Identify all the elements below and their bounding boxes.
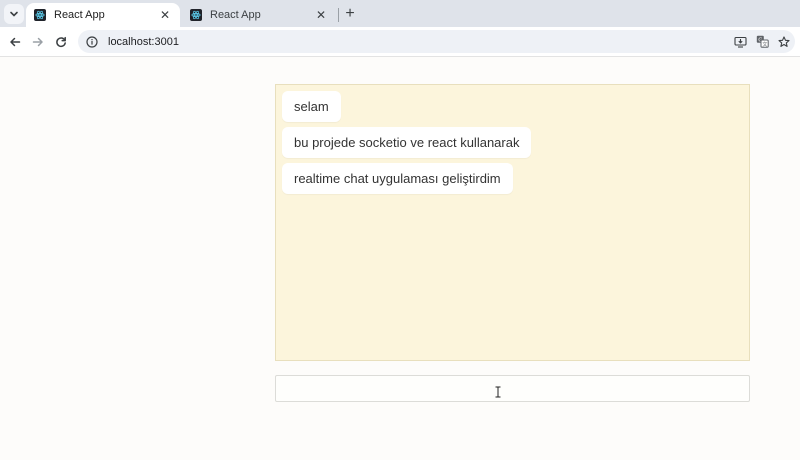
tab-title: React App	[210, 9, 261, 21]
forward-button[interactable]	[28, 32, 48, 52]
translate-button[interactable]: G文	[751, 32, 773, 52]
text-cursor-icon	[495, 386, 501, 398]
back-arrow-icon	[10, 37, 21, 47]
close-icon[interactable]: ✕	[314, 8, 328, 22]
tab-separator	[338, 8, 339, 22]
chat-message: realtime chat uygulaması geliştirdim	[282, 163, 513, 194]
bookmark-button[interactable]	[773, 32, 795, 52]
message-input[interactable]	[275, 375, 750, 402]
info-icon[interactable]	[86, 35, 98, 48]
forward-arrow-icon	[32, 37, 43, 47]
install-app-icon	[733, 36, 747, 48]
chat-messages-panel: selam bu projede socketio ve react kulla…	[275, 84, 750, 361]
react-favicon-icon	[34, 9, 46, 21]
chat-message: selam	[282, 91, 341, 122]
new-tab-button[interactable]: +	[340, 4, 360, 24]
reload-button[interactable]	[51, 32, 71, 52]
svg-text:文: 文	[762, 41, 767, 48]
install-app-button[interactable]	[729, 32, 751, 52]
back-button[interactable]	[5, 32, 25, 52]
translate-icon: G文	[756, 35, 769, 48]
chevron-down-icon	[10, 11, 18, 17]
plus-icon: +	[345, 5, 355, 22]
tab-title: React App	[54, 9, 105, 21]
tab-strip: React App ✕ React App ✕ +	[0, 0, 800, 27]
address-bar[interactable]: localhost:3001 G文	[78, 30, 795, 53]
browser-toolbar: localhost:3001 G文	[0, 27, 800, 57]
close-icon[interactable]: ✕	[158, 8, 172, 22]
url-text: localhost:3001	[108, 35, 179, 48]
chat-message: bu projede socketio ve react kullanarak	[282, 127, 532, 158]
reload-icon	[56, 36, 66, 48]
react-favicon-icon	[190, 9, 202, 21]
star-icon	[778, 35, 790, 47]
tab-react-app[interactable]: React App ✕	[182, 3, 336, 27]
tab-react-app-active[interactable]: React App ✕	[26, 3, 180, 27]
tab-search-button[interactable]	[4, 4, 24, 24]
